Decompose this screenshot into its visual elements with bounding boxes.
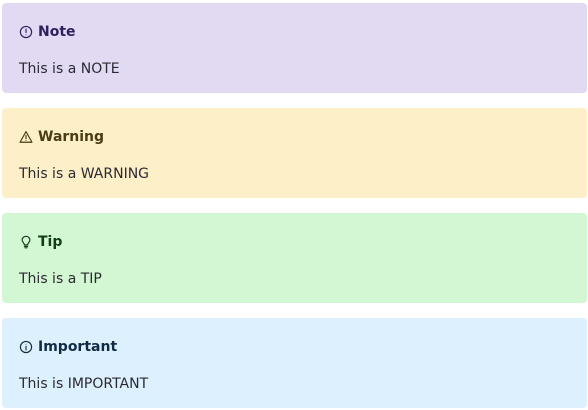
info-circle-icon: [19, 25, 33, 39]
callout-list: Note This is a NOTE Warning This is a WA…: [0, 0, 588, 410]
warning-triangle-icon: [19, 130, 33, 144]
note-callout: Note This is a NOTE: [2, 3, 587, 93]
important-callout: Important This is IMPORTANT: [2, 318, 587, 408]
note-callout-title: Note: [38, 24, 76, 40]
note-callout-header: Note: [19, 22, 76, 42]
warning-callout-title: Warning: [38, 129, 105, 145]
warning-callout: Warning This is a WARNING: [2, 108, 587, 198]
info-circle-icon: [19, 340, 33, 354]
important-callout-title: Important: [38, 339, 118, 355]
important-callout-body: This is IMPORTANT: [19, 376, 149, 392]
tip-callout-title: Tip: [38, 234, 63, 250]
tip-callout-header: Tip: [19, 232, 62, 252]
warning-callout-body: This is a WARNING: [19, 166, 150, 182]
tip-callout: Tip This is a TIP: [2, 213, 587, 303]
warning-callout-header: Warning: [19, 127, 104, 147]
tip-callout-body: This is a TIP: [19, 271, 102, 287]
lightbulb-icon: [19, 235, 33, 249]
note-callout-body: This is a NOTE: [19, 61, 120, 77]
important-callout-header: Important: [19, 337, 117, 357]
